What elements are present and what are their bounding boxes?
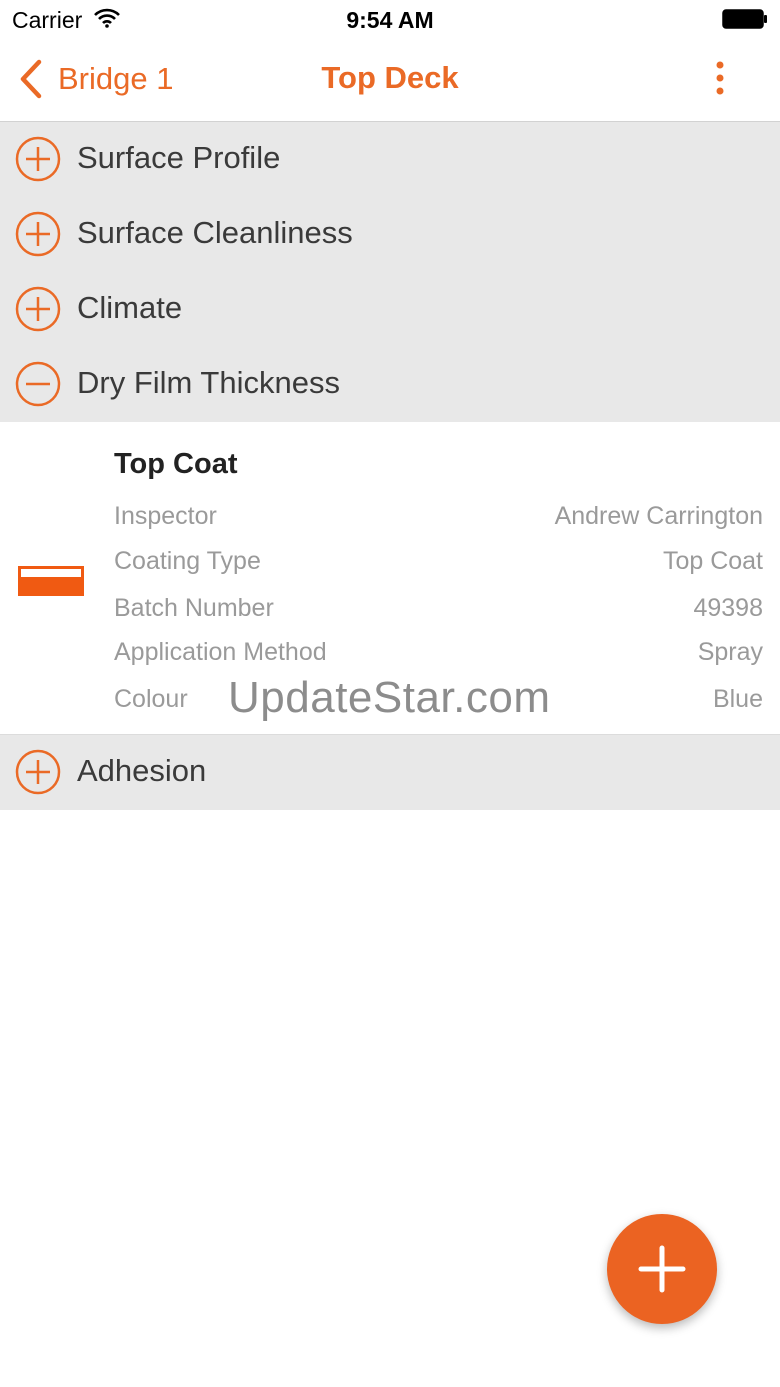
record-title: Top Coat bbox=[114, 448, 238, 480]
watermark: UpdateStar.com bbox=[228, 673, 551, 722]
section-label: Surface Profile bbox=[77, 140, 281, 175]
batch-number-label: Batch Number bbox=[114, 594, 274, 622]
expand-plus-icon bbox=[15, 211, 61, 257]
add-button[interactable] bbox=[607, 1214, 717, 1324]
expand-plus-icon bbox=[15, 136, 61, 182]
status-bar: Carrier 9:54 AM bbox=[0, 0, 780, 40]
status-time: 9:54 AM bbox=[346, 7, 434, 33]
section-dry-film-thickness[interactable]: Dry Film Thickness bbox=[0, 347, 780, 422]
section-label: Dry Film Thickness bbox=[77, 365, 340, 400]
colour-swatch bbox=[18, 566, 84, 596]
section-adhesion[interactable]: Adhesion bbox=[0, 735, 780, 810]
section-label: Climate bbox=[77, 290, 183, 325]
section-label: Surface Cleanliness bbox=[77, 215, 353, 250]
coating-type-label: Coating Type bbox=[114, 547, 261, 575]
inspector-value: Andrew Carrington bbox=[554, 502, 763, 530]
batch-number-value: 49398 bbox=[693, 594, 763, 622]
section-surface-profile[interactable]: Surface Profile bbox=[0, 122, 780, 197]
expand-plus-icon bbox=[15, 286, 61, 332]
more-options-button[interactable] bbox=[700, 60, 740, 100]
section-surface-cleanliness[interactable]: Surface Cleanliness bbox=[0, 197, 780, 272]
expand-plus-icon bbox=[15, 749, 61, 795]
back-button[interactable]: Bridge 1 bbox=[18, 56, 173, 102]
application-method-value: Spray bbox=[697, 638, 763, 666]
section-climate[interactable]: Climate bbox=[0, 272, 780, 347]
coating-record-card[interactable]: Top Coat Inspector Andrew Carrington Coa… bbox=[0, 422, 780, 736]
colour-value: Blue bbox=[712, 685, 763, 713]
inspector-label: Inspector bbox=[114, 502, 217, 530]
plus-icon bbox=[638, 1245, 686, 1293]
chevron-left-icon bbox=[20, 59, 42, 99]
more-vertical-icon bbox=[716, 61, 724, 95]
application-method-label: Application Method bbox=[114, 638, 327, 666]
navigation-bar: Bridge 1 Top Deck bbox=[0, 40, 780, 123]
colour-label: Colour bbox=[114, 685, 188, 713]
collapse-minus-icon bbox=[15, 361, 61, 407]
battery-icon bbox=[722, 9, 767, 29]
section-label: Adhesion bbox=[77, 753, 207, 788]
back-button-label: Bridge 1 bbox=[58, 61, 174, 96]
coating-type-value: Top Coat bbox=[662, 547, 763, 575]
